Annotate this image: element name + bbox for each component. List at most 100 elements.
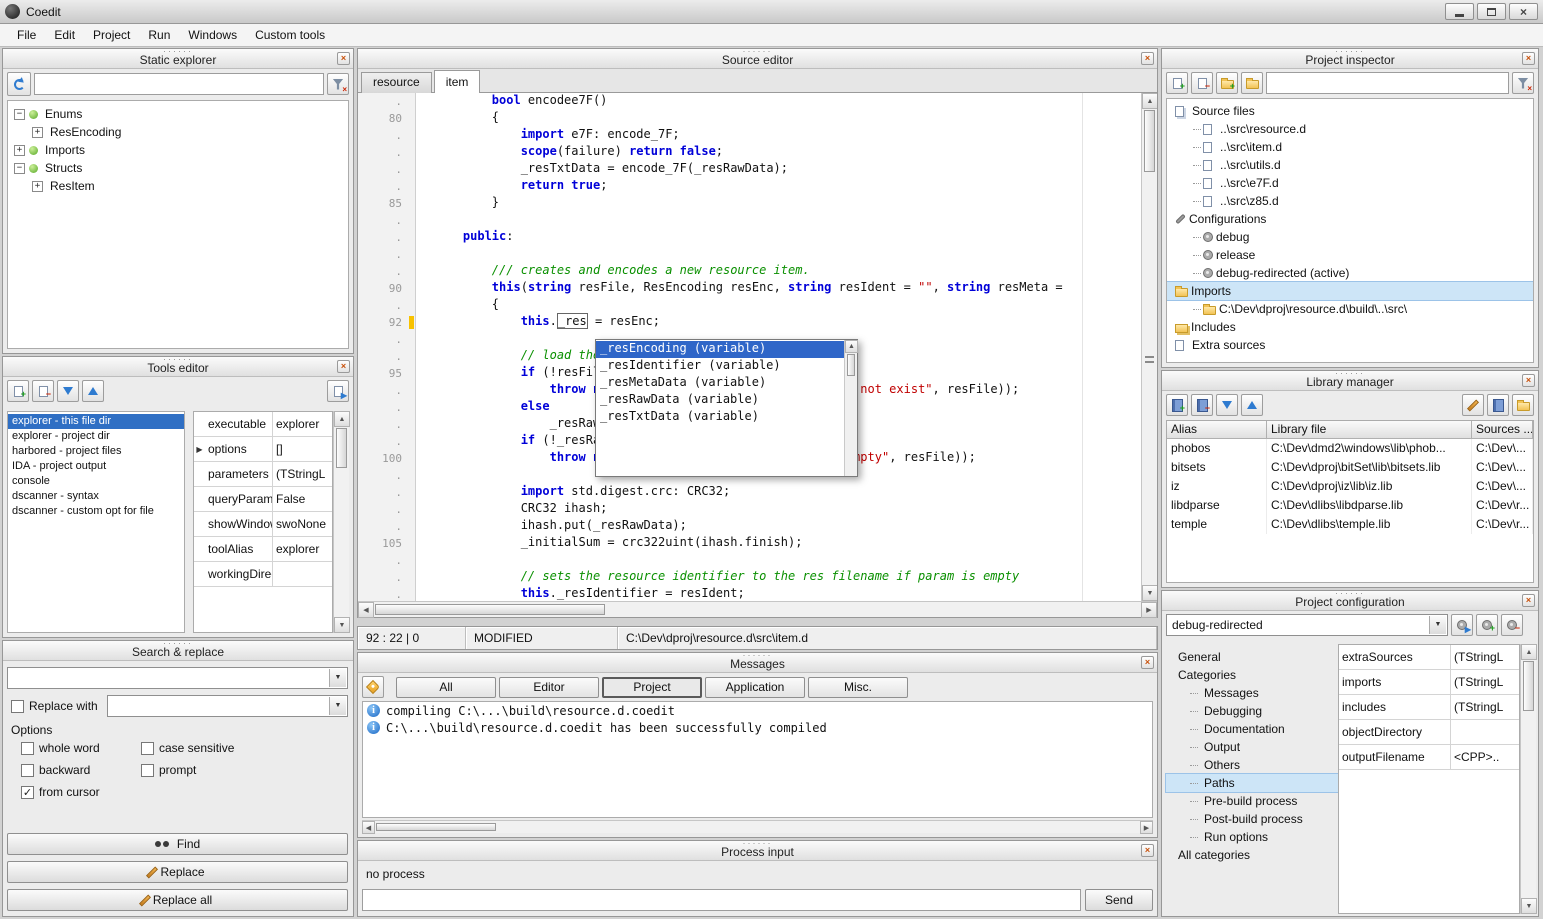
option-backward[interactable]: backward [21,763,141,777]
scroll-left-icon[interactable]: ◀ [362,821,375,834]
completion-item-residentifier-variable[interactable]: _resIdentifier (variable) [596,358,844,375]
filter-misc[interactable]: Misc. [808,677,908,698]
property-value[interactable]: (TStringL [1451,700,1519,714]
category-post-build-process[interactable]: Post-build process [1166,810,1338,828]
static-explorer-tree[interactable]: −Enums+ResEncoding+Imports−Structs+ResIt… [7,100,349,349]
library-from-file-button[interactable] [1487,394,1509,416]
find-button[interactable]: Find [7,833,348,855]
chevron-down-icon[interactable]: ▼ [1429,616,1446,634]
scroll-thumb[interactable] [847,354,855,376]
option-whole-word[interactable]: whole word [21,741,141,755]
search-term-combo[interactable]: ▼ [7,667,348,689]
tree-item-release[interactable]: release [1167,246,1533,264]
expand-icon[interactable]: + [14,145,25,156]
checkbox-prompt[interactable] [141,764,154,777]
property-value[interactable]: explorer [273,417,332,431]
tool-item-dscanner-custom-opt-for-file[interactable]: dscanner - custom opt for file [8,504,184,519]
process-input-field[interactable] [362,889,1081,911]
close-panel-icon[interactable]: × [1141,52,1154,65]
minimize-button[interactable] [1445,3,1474,20]
tree-item-src-z85-d[interactable]: ..\src\z85.d [1167,192,1533,210]
close-panel-icon[interactable]: × [1141,656,1154,669]
messages-hscrollbar[interactable]: ◀ ▶ [362,820,1153,833]
add-configuration-button[interactable]: + [1476,614,1498,636]
tree-item-resencoding[interactable]: +ResEncoding [8,123,348,141]
add-folder-button[interactable]: + [1216,72,1238,94]
property-value[interactable]: explorer [273,542,332,556]
scroll-right-icon[interactable]: ▶ [1141,602,1157,618]
tools-props-scrollbar[interactable]: ▲ ▼ [333,411,349,633]
scroll-left-icon[interactable]: ◀ [358,602,374,618]
add-tool-button[interactable]: + [7,380,29,402]
filter-application[interactable]: Application [705,677,805,698]
tab-item[interactable]: item [434,70,481,93]
category-categories[interactable]: Categories [1166,666,1338,684]
checkbox-from-cursor[interactable]: ✓ [21,786,34,799]
scroll-down-icon[interactable]: ▼ [334,617,350,633]
tree-item-src-resource-d[interactable]: ..\src\resource.d [1167,120,1533,138]
collapse-icon[interactable]: − [14,163,25,174]
replace-all-button[interactable]: Replace all [7,889,348,911]
tree-item-source-files[interactable]: Source files [1167,102,1533,120]
code-area[interactable]: bool encodee7F() { import e7F: encode_7F… [416,93,1141,601]
category-others[interactable]: Others [1166,756,1338,774]
tool-item-harbored-project-files[interactable]: harbored - project files [8,444,184,459]
option-from-cursor[interactable]: ✓from cursor [21,785,141,799]
property-value[interactable]: (TStringL [1451,650,1519,664]
tree-item-debug-redirected-active[interactable]: debug-redirected (active) [1167,264,1533,282]
property-value[interactable]: <CPP>.. [1451,750,1519,764]
checkbox-backward[interactable] [21,764,34,777]
scroll-up-icon[interactable]: ▲ [334,411,350,427]
replace-button[interactable]: Replace [7,861,348,883]
expand-icon[interactable]: + [32,181,43,192]
scroll-up-icon[interactable]: ▲ [1521,644,1537,660]
column-header-alias[interactable]: Alias [1167,421,1267,439]
completion-item-restxtdata-variable[interactable]: _resTxtData (variable) [596,409,844,426]
chevron-down-icon[interactable]: ▼ [329,697,346,715]
category-all-categories[interactable]: All categories [1166,846,1338,864]
collapse-icon[interactable]: − [14,109,25,120]
remove-source-button[interactable]: − [1191,72,1213,94]
run-tool-button[interactable]: ▶ [327,380,349,402]
completion-scrollbar[interactable]: ▲ [844,340,857,476]
config-grid[interactable]: extraSources(TStringLimports(TStringLinc… [1338,644,1520,914]
add-library-button[interactable]: + [1166,394,1188,416]
tree-item-imports[interactable]: +Imports [8,141,348,159]
add-source-button[interactable]: + [1166,72,1188,94]
scroll-right-icon[interactable]: ▶ [1140,821,1153,834]
edit-library-button[interactable] [1462,394,1484,416]
tool-item-ida-project-output[interactable]: IDA - project output [8,459,184,474]
menu-windows[interactable]: Windows [179,25,246,45]
close-panel-icon[interactable]: × [1522,52,1535,65]
category-run-options[interactable]: Run options [1166,828,1338,846]
property-value[interactable]: (TStringL [1451,675,1519,689]
close-panel-icon[interactable]: × [337,360,350,373]
move-library-down-button[interactable] [1216,394,1238,416]
scroll-up-icon[interactable]: ▲ [1142,93,1157,109]
scroll-thumb[interactable] [375,604,605,615]
move-library-up-button[interactable] [1241,394,1263,416]
tool-item-explorer-this-file-dir[interactable]: explorer - this file dir [8,414,184,429]
tree-item-enums[interactable]: −Enums [8,105,348,123]
checkbox-case-sensitive[interactable] [141,742,154,755]
category-output[interactable]: Output [1166,738,1338,756]
filter-project[interactable]: Project [602,677,702,698]
configuration-selector[interactable]: debug-redirected ▼ [1166,614,1448,636]
close-panel-icon[interactable]: × [1522,374,1535,387]
tree-item-src-item-d[interactable]: ..\src\item.d [1167,138,1533,156]
category-documentation[interactable]: Documentation [1166,720,1338,738]
library-row-iz[interactable]: izC:\Dev\dproj\iz\lib\iz.libC:\Dev\... [1167,477,1533,496]
close-panel-icon[interactable]: × [1141,844,1154,857]
column-header-library-file[interactable]: Library file [1267,421,1472,439]
property-value[interactable]: False [273,492,332,506]
tool-item-explorer-project-dir[interactable]: explorer - project dir [8,429,184,444]
inspector-search-input[interactable] [1266,72,1509,94]
close-panel-icon[interactable]: × [1522,594,1535,607]
filter-button[interactable]: × [1512,72,1534,94]
message-line[interactable]: icompiling C:\...\build\resource.d.coedi… [363,702,1152,719]
library-rows[interactable]: phobosC:\Dev\dmd2\windows\lib\phob...C:\… [1167,439,1533,534]
config-categories[interactable]: GeneralCategoriesMessagesDebuggingDocume… [1166,644,1338,914]
scroll-up-icon[interactable]: ▲ [845,340,858,353]
refresh-button[interactable] [7,72,31,96]
library-row-bitsets[interactable]: bitsetsC:\Dev\dproj\bitSet\lib\bitsets.l… [1167,458,1533,477]
